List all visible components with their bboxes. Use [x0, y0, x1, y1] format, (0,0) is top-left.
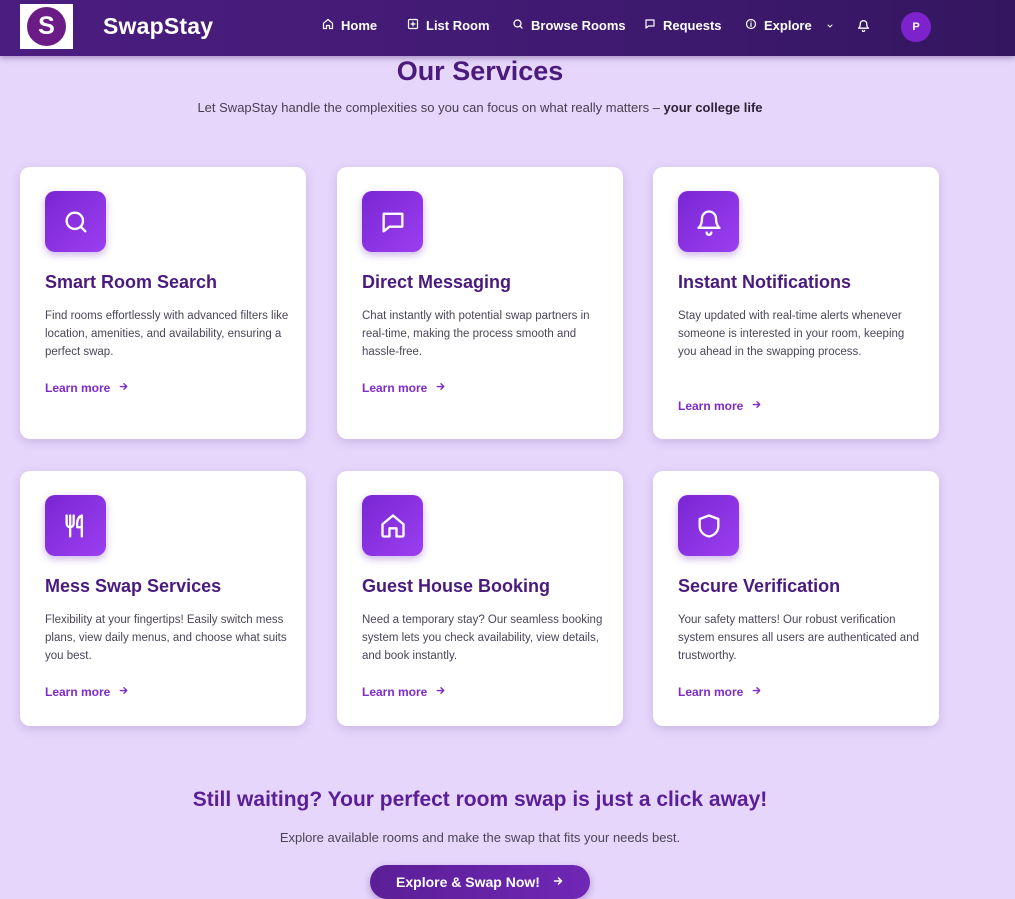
service-card-mess-swap: Mess Swap Services Flexibility at your f… — [20, 471, 306, 726]
arrow-right-icon — [427, 685, 446, 699]
learn-more-label: Learn more — [45, 685, 111, 699]
subtitle-text: Let SwapStay handle the complexities so … — [197, 100, 664, 115]
arrow-right-icon — [743, 399, 762, 413]
service-title: Smart Room Search — [45, 272, 218, 292]
logo-letter: S — [27, 7, 66, 46]
brand-name[interactable]: SwapStay — [103, 13, 213, 40]
bell-icon — [678, 191, 739, 252]
learn-more-label: Learn more — [678, 685, 744, 699]
shield-icon — [678, 495, 739, 556]
service-description: Need a temporary stay? Our seamless book… — [362, 614, 603, 662]
learn-more-link[interactable]: Learn more — [678, 399, 762, 413]
home-icon — [362, 495, 423, 556]
learn-more-label: Learn more — [678, 399, 744, 413]
service-title: Direct Messaging — [362, 272, 512, 292]
service-description: Chat instantly with potential swap partn… — [362, 310, 590, 358]
learn-more-link[interactable]: Learn more — [678, 685, 762, 699]
learn-more-label: Learn more — [362, 381, 428, 395]
service-description: Find rooms effortlessly with advanced fi… — [45, 310, 289, 358]
service-title: Mess Swap Services — [45, 576, 222, 596]
subtitle-emphasis: your college life — [663, 100, 763, 115]
nav-list-room-label: List Room — [426, 18, 490, 33]
nav-home[interactable]: Home — [322, 18, 377, 33]
page-title: Our Services — [396, 56, 564, 86]
arrow-right-icon — [427, 381, 446, 395]
explore-swap-label: Explore & Swap Now! — [396, 874, 540, 890]
search-icon — [512, 18, 531, 33]
cta-subtitle: Explore available rooms and make the swa… — [279, 830, 681, 845]
nav-home-label: Home — [341, 18, 378, 33]
chevron-down-icon — [826, 18, 841, 33]
nav-explore-dropdown[interactable]: Explore — [745, 18, 841, 33]
nav-browse-rooms-label: Browse Rooms — [531, 18, 626, 33]
service-card-instant-notifications: Instant Notifications Stay updated with … — [653, 167, 939, 439]
nav-requests[interactable]: Requests — [644, 18, 722, 33]
plus-square-icon — [407, 18, 426, 33]
service-card-smart-room-search: Smart Room Search Find rooms effortlessl… — [20, 167, 306, 439]
nav-browse-rooms[interactable]: Browse Rooms — [512, 18, 626, 33]
service-title: Secure Verification — [678, 576, 841, 596]
learn-more-link[interactable]: Learn more — [362, 685, 446, 699]
nav-requests-label: Requests — [663, 18, 722, 33]
explore-swap-button[interactable]: Explore & Swap Now! — [370, 865, 590, 899]
learn-more-label: Learn more — [45, 381, 111, 395]
cta-title: Still waiting? Your perfect room swap is… — [192, 788, 768, 811]
arrow-right-icon — [540, 874, 564, 890]
arrow-right-icon — [110, 381, 129, 395]
message-icon — [644, 18, 663, 33]
page-subtitle: Let SwapStay handle the complexities so … — [0, 100, 960, 115]
arrow-right-icon — [110, 685, 129, 699]
learn-more-label: Learn more — [362, 685, 428, 699]
search-icon — [45, 191, 106, 252]
notifications-button[interactable] — [857, 19, 870, 37]
top-navbar: S SwapStay Home List Room Browse Rooms R… — [0, 0, 1015, 56]
bell-icon — [857, 19, 870, 36]
service-title: Instant Notifications — [678, 272, 852, 292]
logo[interactable]: S — [20, 4, 73, 49]
service-description: Your safety matters! Our robust verifica… — [678, 614, 919, 662]
learn-more-link[interactable]: Learn more — [362, 381, 446, 395]
service-card-guest-house: Guest House Booking Need a temporary sta… — [337, 471, 623, 726]
utensils-icon — [45, 495, 106, 556]
message-icon — [362, 191, 423, 252]
service-description: Flexibility at your fingertips! Easily s… — [45, 614, 287, 662]
nav-explore-label: Explore — [764, 18, 812, 33]
learn-more-link[interactable]: Learn more — [45, 685, 129, 699]
user-avatar[interactable]: P — [901, 12, 931, 42]
info-icon — [745, 18, 764, 33]
arrow-right-icon — [743, 685, 762, 699]
nav-list-room[interactable]: List Room — [407, 18, 490, 33]
learn-more-link[interactable]: Learn more — [45, 381, 129, 395]
service-title: Guest House Booking — [362, 576, 551, 596]
home-icon — [322, 18, 341, 33]
service-card-secure-verification: Secure Verification Your safety matters!… — [653, 471, 939, 726]
service-card-direct-messaging: Direct Messaging Chat instantly with pot… — [337, 167, 623, 439]
service-description: Stay updated with real-time alerts whene… — [678, 310, 905, 358]
